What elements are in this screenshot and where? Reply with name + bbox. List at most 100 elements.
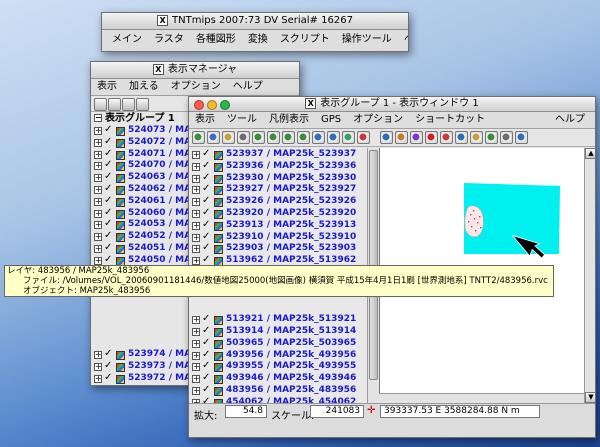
expand-icon[interactable]: + [94,185,102,194]
vw-menu-shortcut[interactable]: ショートカット [409,114,491,125]
visibility-check-icon[interactable]: ✓ [104,230,112,242]
expand-icon[interactable]: + [192,327,200,336]
visibility-check-icon[interactable]: ✓ [202,183,210,195]
expand-icon[interactable]: + [94,374,102,383]
visibility-check-icon[interactable]: ✓ [202,160,210,172]
layer-row[interactable]: + ✓ 513921 / MAP25k_513921 [189,313,367,326]
open-icon[interactable] [108,98,121,111]
zoom-layer-icon[interactable] [312,131,325,144]
visibility-check-icon[interactable]: ✓ [104,254,112,266]
visibility-check-icon[interactable]: ✓ [202,337,210,349]
vw-menu-options[interactable]: オプション [347,114,409,125]
visibility-check-icon[interactable]: ✓ [104,242,112,254]
expand-icon[interactable]: + [192,186,200,195]
select-tool-icon[interactable] [192,131,205,144]
print-icon[interactable] [136,98,149,111]
expand-icon[interactable]: + [192,363,200,372]
visibility-check-icon[interactable]: ✓ [202,242,210,254]
expand-icon[interactable]: + [192,233,200,242]
pan-tool-icon[interactable] [207,131,220,144]
map-hscrollbar[interactable] [379,393,584,403]
layer-row[interactable]: + ✓ 513914 / MAP25k_513914 [189,325,367,338]
view-titlebar[interactable]: X 表示グループ 1 - 表示ウィンドウ 1 [189,97,595,112]
layer-row[interactable]: + ✓ 503965 / MAP25k_503965 [189,337,367,350]
zoom-field[interactable]: 54.8 [225,405,267,418]
main-titlebar[interactable]: X TNTmips 2007:73 DV Serial# 16267 [102,13,408,30]
vw-menu-display[interactable]: 表示 [189,114,221,125]
expand-icon[interactable]: + [192,162,200,171]
vw-menu-tools[interactable]: ツール [221,114,263,125]
expand-icon[interactable]: + [94,351,102,360]
layer-row[interactable]: + ✓ 523937 / MAP25k_523937 [189,148,367,161]
display-manager-titlebar[interactable]: X 表示マネージャ [91,62,299,79]
layer-row[interactable]: + ✓ 523936 / MAP25k_523936 [189,160,367,173]
menu-tools[interactable]: 操作ツール [336,34,398,45]
collapse-icon[interactable]: − [94,114,102,122]
expand-icon[interactable]: + [192,245,200,254]
locate-icon[interactable] [357,131,370,144]
visibility-check-icon[interactable]: ✓ [202,148,210,160]
expand-icon[interactable]: + [94,233,102,242]
zoom-full-icon[interactable] [297,131,310,144]
layer-row[interactable]: + ✓ 493946 / MAP25k_493946 [189,372,367,385]
grid-icon[interactable] [237,131,250,144]
dm-menu-add[interactable]: 加える [123,81,165,92]
visibility-check-icon[interactable]: ✓ [104,218,112,230]
vw-menu-legend[interactable]: 凡例表示 [263,114,315,125]
tool-a-icon[interactable] [500,131,513,144]
zoom-icon[interactable] [220,100,230,110]
visibility-check-icon[interactable]: ✓ [104,148,112,160]
save-icon[interactable] [122,98,135,111]
expand-icon[interactable]: + [192,316,200,325]
layer-row[interactable]: + ✓ 523910 / MAP25k_523910 [189,231,367,244]
visibility-check-icon[interactable]: ✓ [202,396,210,403]
gps-crosshair-icon[interactable]: ✛ [367,405,378,417]
layer-row[interactable]: + ✓ 523920 / MAP25k_523920 [189,207,367,220]
visibility-check-icon[interactable]: ✓ [202,372,210,384]
expand-icon[interactable]: + [94,209,102,218]
expand-icon[interactable]: + [192,221,200,230]
visibility-check-icon[interactable]: ✓ [104,183,112,195]
expand-icon[interactable]: + [94,256,102,265]
scroll-down-icon[interactable]: ▼ [585,392,595,403]
expand-icon[interactable]: + [192,209,200,218]
expand-icon[interactable]: + [192,198,200,207]
layer-row[interactable]: + ✓ 483956 / MAP25k_483956 [189,384,367,397]
expand-icon[interactable]: + [192,257,200,266]
menu-raster[interactable]: ラスタ [148,34,190,45]
legend-icon[interactable] [440,131,453,144]
gps-icon[interactable] [470,131,483,144]
visibility-check-icon[interactable]: ✓ [202,172,210,184]
expand-icon[interactable]: + [192,174,200,183]
expand-icon[interactable]: + [94,174,102,183]
minimize-icon[interactable] [207,100,217,110]
menu-script[interactable]: スクリプト [274,34,336,45]
map-vscrollbar[interactable]: ▲ ▼ [584,148,595,403]
visibility-check-icon[interactable]: ✓ [104,195,112,207]
measure-icon[interactable] [222,131,235,144]
visibility-check-icon[interactable]: ✓ [104,384,112,385]
visibility-check-icon[interactable]: ✓ [104,372,112,384]
expand-icon[interactable]: + [94,244,102,253]
info-icon[interactable] [380,131,393,144]
scale-field[interactable]: 241083 [310,405,364,418]
dm-menu-options[interactable]: オプション [165,81,227,92]
visibility-check-icon[interactable]: ✓ [202,313,210,325]
layer-row[interactable]: + ✓ 493956 / MAP25k_493956 [189,349,367,362]
visibility-check-icon[interactable]: ✓ [104,207,112,219]
visibility-check-icon[interactable]: ✓ [202,349,210,361]
expand-icon[interactable]: + [94,221,102,230]
dm-menu-display[interactable]: 表示 [91,81,123,92]
visibility-check-icon[interactable]: ✓ [202,207,210,219]
vw-menu-gps[interactable]: GPS [315,114,347,125]
expand-icon[interactable]: + [94,162,102,171]
new-doc-icon[interactable] [94,98,107,111]
menu-main[interactable]: メイン [106,34,148,45]
close-icon[interactable] [194,100,204,110]
visibility-check-icon[interactable]: ✓ [202,219,210,231]
scroll-up-icon[interactable]: ▲ [585,148,595,159]
expand-icon[interactable]: + [94,197,102,206]
visibility-check-icon[interactable]: ✓ [104,171,112,183]
vw-menu-help[interactable]: ヘルプ [549,112,591,128]
stop-icon[interactable] [425,131,438,144]
